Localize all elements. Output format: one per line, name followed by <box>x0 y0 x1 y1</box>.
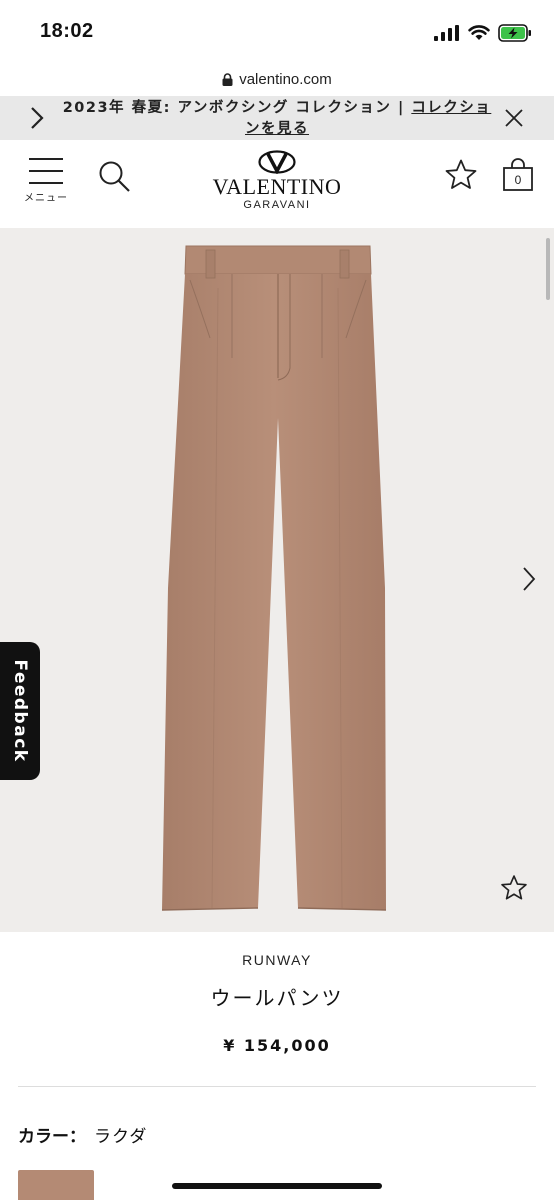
search-icon[interactable] <box>98 160 132 194</box>
brand-subtitle: GARAVANI <box>243 199 311 211</box>
collection-label: RUNWAY <box>242 952 312 968</box>
wishlist-star-icon[interactable] <box>444 158 478 192</box>
promo-text: 2023年 春夏: アンボクシング コレクション | コレクションを見る <box>62 98 492 140</box>
status-time: 18:02 <box>40 20 94 42</box>
brand-logo[interactable]: VALENTINO GARAVANI <box>200 150 354 212</box>
product-image <box>161 245 387 911</box>
color-value: ラクダ <box>94 1127 148 1147</box>
cellular-signal-icon <box>434 25 459 41</box>
home-indicator <box>172 1183 382 1189</box>
hamburger-icon <box>29 156 63 186</box>
product-price: ¥ 154,000 <box>223 1036 331 1055</box>
shopping-bag-button[interactable]: 0 <box>502 158 534 192</box>
feedback-tab[interactable]: Feedback <box>0 642 40 780</box>
product-name: ウールパンツ <box>210 986 344 1010</box>
menu-label: メニュー <box>24 193 68 204</box>
feedback-label: Feedback <box>10 659 30 763</box>
url-bar[interactable]: valentino.com <box>0 62 554 96</box>
chevron-right-icon[interactable] <box>30 106 44 130</box>
menu-button[interactable]: メニュー <box>20 156 72 204</box>
star-icon[interactable] <box>500 874 528 902</box>
gallery-scrollbar[interactable] <box>546 238 550 300</box>
brand-name: VALENTINO <box>212 174 342 199</box>
close-icon[interactable] <box>504 108 524 128</box>
promo-message: 2023年 春夏: アンボクシング コレクション | <box>62 100 412 116</box>
bag-count: 0 <box>514 173 522 187</box>
lock-icon <box>222 72 233 86</box>
url-text[interactable]: valentino.com <box>239 71 332 88</box>
valentino-v-logo-icon <box>258 150 296 174</box>
status-icons <box>434 22 532 44</box>
chevron-right-icon[interactable] <box>522 566 536 592</box>
color-row: カラー： ラクダ <box>18 1122 147 1147</box>
wifi-icon <box>468 25 490 40</box>
divider <box>18 1086 536 1087</box>
color-swatch[interactable] <box>18 1170 94 1200</box>
battery-charging-icon <box>498 24 531 42</box>
color-label: カラー： <box>18 1127 86 1147</box>
site-header: メニュー VALENTINO GARAVANI 0 <box>0 140 554 228</box>
promo-banner: 2023年 春夏: アンボクシング コレクション | コレクションを見る <box>0 96 554 140</box>
status-bar: 18:02 <box>0 0 554 62</box>
product-image-gallery[interactable]: Feedback <box>0 228 554 932</box>
